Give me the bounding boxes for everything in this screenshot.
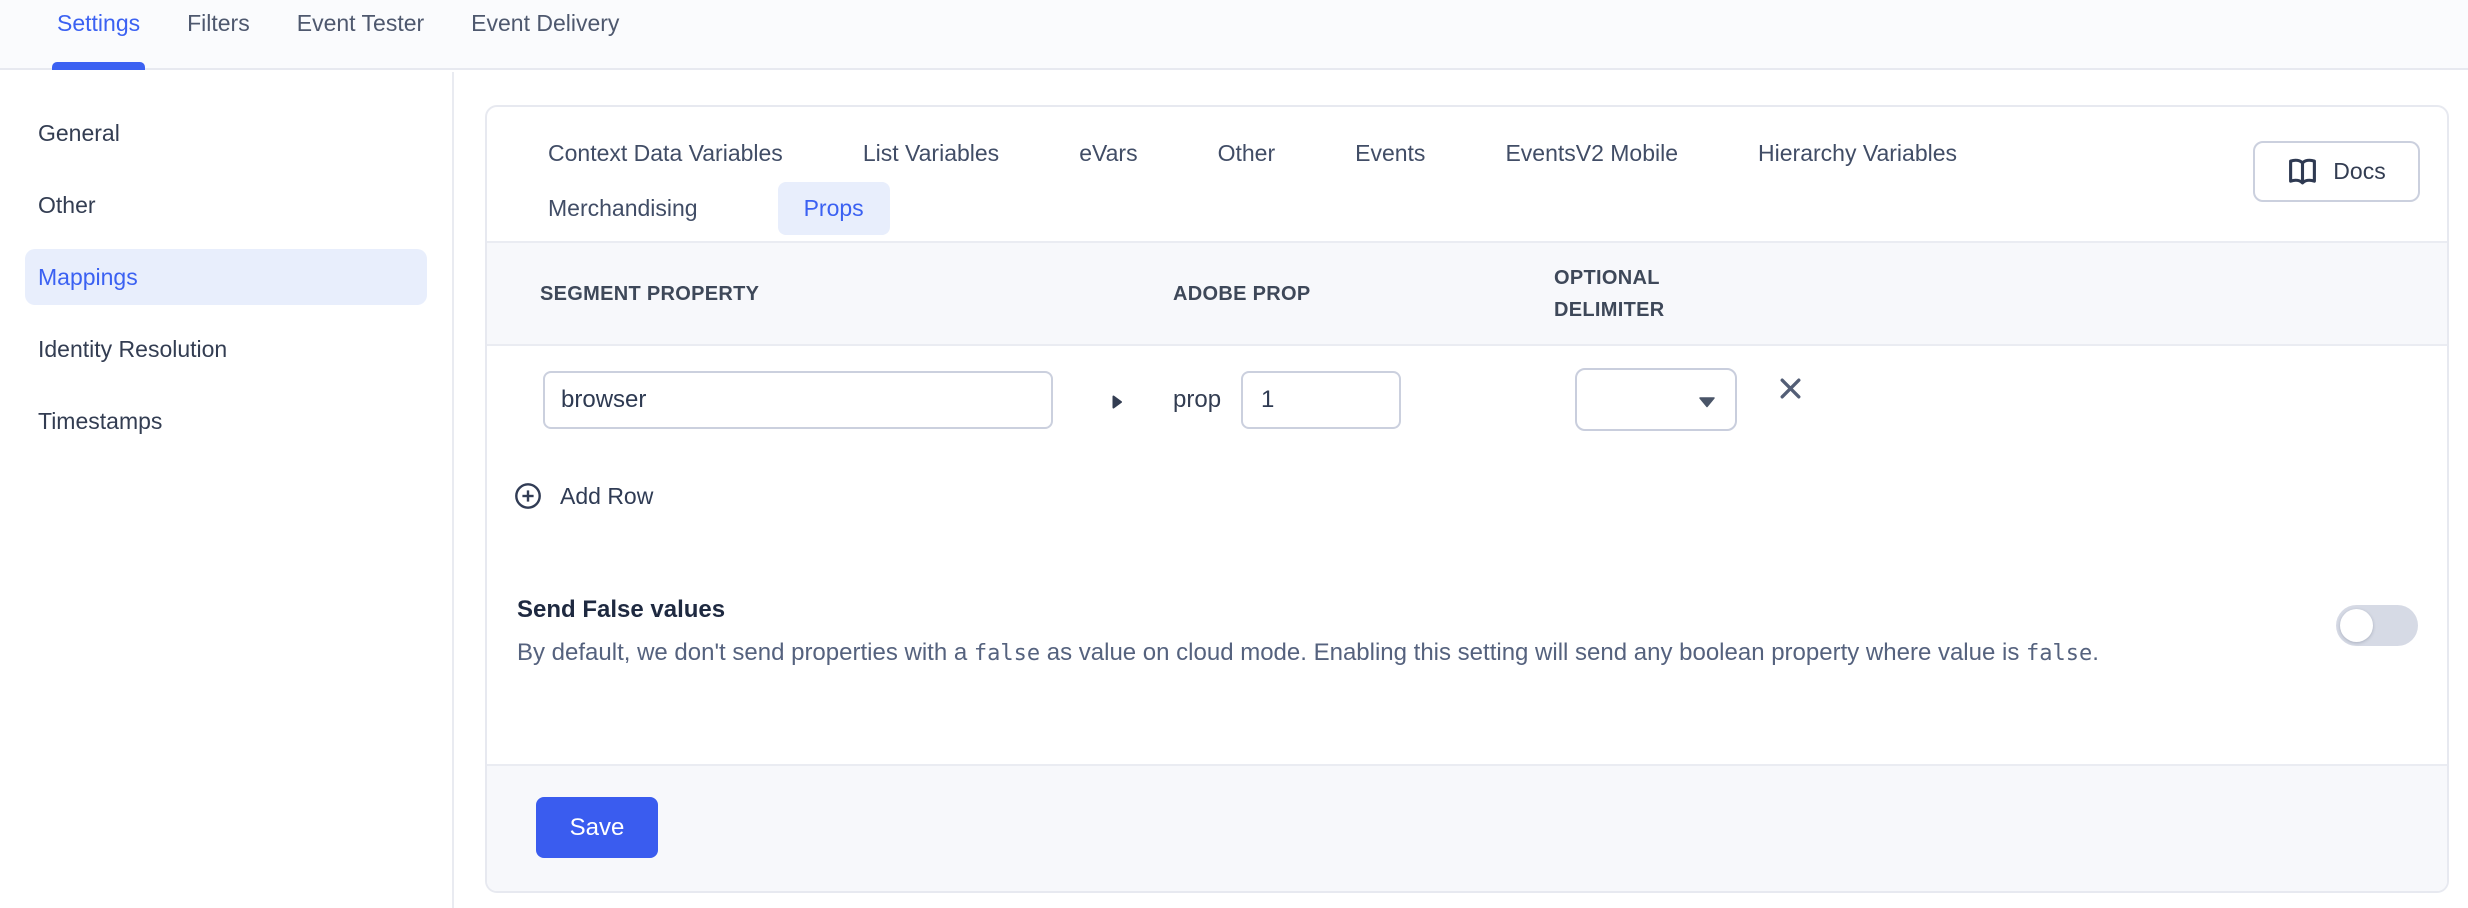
sidebar-item-other[interactable]: Other — [25, 177, 427, 233]
nav-tab-event-delivery[interactable]: Event Delivery — [471, 0, 619, 68]
adobe-prop-input[interactable] — [1241, 371, 1401, 429]
description-text: . — [2092, 639, 2099, 666]
false-code-token: false — [2026, 641, 2092, 666]
card-footer: Save — [487, 764, 2447, 891]
sidebar-item-mappings[interactable]: Mappings — [25, 249, 427, 305]
adobe-prop-prefix-label: prop — [1173, 386, 1221, 414]
description-text: By default, we don't send properties wit… — [517, 639, 974, 666]
tab-props[interactable]: Props — [778, 182, 890, 235]
tab-list-variables[interactable]: List Variables — [863, 127, 999, 180]
mapping-tabs-row-1: Context Data Variables List Variables eV… — [548, 127, 2217, 180]
tab-other[interactable]: Other — [1218, 127, 1276, 180]
tab-evars[interactable]: eVars — [1079, 127, 1137, 180]
send-false-values-title: Send False values — [517, 595, 2418, 625]
add-row-button[interactable]: Add Row — [514, 476, 653, 516]
settings-sidebar: General Other Mappings Identity Resoluti… — [0, 72, 454, 908]
docs-button-label: Docs — [2333, 158, 2385, 185]
tab-context-data-variables[interactable]: Context Data Variables — [548, 127, 783, 180]
chevron-down-icon — [1697, 396, 1717, 408]
nav-tab-settings[interactable]: Settings — [57, 0, 140, 68]
description-text: as value on cloud mode. Enabling this se… — [1040, 639, 2026, 666]
sidebar-item-identity-resolution[interactable]: Identity Resolution — [25, 321, 427, 377]
send-false-values-setting: Send False values By default, we don't s… — [517, 595, 2418, 674]
save-button[interactable]: Save — [536, 797, 658, 858]
circle-plus-icon — [514, 482, 542, 510]
app-root: Settings Filters Event Tester Event Deli… — [0, 0, 2468, 908]
send-false-values-description: By default, we don't send properties wit… — [517, 633, 2317, 674]
column-header-segment-property: SEGMENT PROPERTY — [540, 278, 759, 310]
tab-eventsv2-mobile[interactable]: EventsV2 Mobile — [1505, 127, 1678, 180]
sidebar-item-timestamps[interactable]: Timestamps — [25, 393, 427, 449]
mapping-row: prop — [487, 346, 2447, 462]
book-icon — [2287, 158, 2318, 186]
caret-right-icon — [1110, 393, 1124, 416]
column-header-optional-delimiter: OPTIONAL DELIMITER — [1554, 262, 1729, 326]
mapping-tabs-row-2: Merchandising Props — [548, 182, 2217, 235]
tab-merchandising[interactable]: Merchandising — [548, 182, 698, 235]
tab-events[interactable]: Events — [1355, 127, 1425, 180]
false-code-token: false — [974, 641, 1040, 666]
mappings-card: Context Data Variables List Variables eV… — [485, 105, 2449, 893]
top-nav: Settings Filters Event Tester Event Deli… — [0, 0, 2468, 70]
docs-button[interactable]: Docs — [2253, 141, 2420, 202]
delimiter-select[interactable] — [1575, 368, 1737, 431]
close-icon — [1777, 375, 1804, 402]
sidebar-item-general[interactable]: General — [25, 105, 427, 161]
mapping-table-header: SEGMENT PROPERTY ADOBE PROP OPTIONAL DEL… — [487, 241, 2447, 346]
toggle-knob — [2340, 609, 2373, 642]
send-false-toggle[interactable] — [2336, 605, 2418, 646]
tab-hierarchy-variables[interactable]: Hierarchy Variables — [1758, 127, 1957, 180]
nav-tab-event-tester[interactable]: Event Tester — [297, 0, 424, 68]
column-header-adobe-prop: ADOBE PROP — [1173, 278, 1310, 310]
segment-property-input[interactable] — [543, 371, 1053, 429]
mapping-tabs-bar: Context Data Variables List Variables eV… — [487, 107, 2447, 241]
remove-row-button[interactable] — [1777, 375, 1804, 402]
add-row-label: Add Row — [560, 483, 653, 510]
nav-tab-filters[interactable]: Filters — [187, 0, 250, 68]
